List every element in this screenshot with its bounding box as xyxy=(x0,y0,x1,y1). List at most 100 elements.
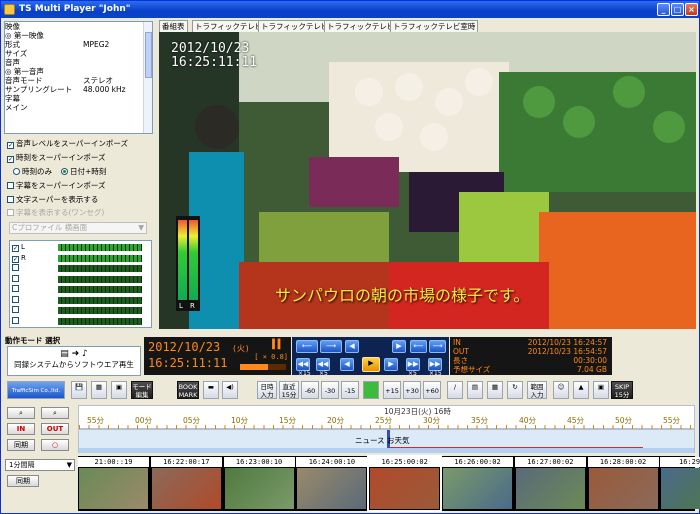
video-vu-meter: L R xyxy=(176,216,200,311)
image-icon[interactable]: ▣ xyxy=(111,381,127,399)
meter-checkbox[interactable] xyxy=(12,274,19,282)
interval-select[interactable]: 1分間隔 ▼ xyxy=(5,459,75,471)
jump-forward-button[interactable]: ⟶ xyxy=(320,340,342,353)
plus-60-button[interactable]: +60 xyxy=(423,381,441,399)
thumbnail[interactable]: 16:27:00:02 xyxy=(514,457,586,510)
mode-select-box[interactable]: ▤ ➜ ♪ 同録システムからソフトウエア再生 xyxy=(7,346,141,376)
minus-60-button[interactable]: -60 xyxy=(301,381,319,399)
minimize-button[interactable]: _ xyxy=(657,3,670,16)
maximize-button[interactable]: □ xyxy=(671,3,684,16)
export-icon[interactable]: ▦ xyxy=(91,381,107,399)
now-button[interactable] xyxy=(363,381,379,399)
thumbnail[interactable]: 16:22:00:17 xyxy=(150,457,222,510)
thumbnail[interactable]: 16:28:00:02 xyxy=(587,457,659,510)
meter-checkbox[interactable] xyxy=(12,285,19,292)
thumbnail[interactable]: 16:26:00:02 xyxy=(442,457,513,510)
mark-forward-button[interactable]: ⟶ xyxy=(429,340,446,353)
edit-icon[interactable]: / xyxy=(447,381,463,399)
caption-oneseg-option[interactable]: 字幕を表示する(ワンセグ) xyxy=(7,208,104,218)
plus-15-button[interactable]: +15 xyxy=(383,381,401,399)
meter-row xyxy=(12,306,150,316)
thumbnail[interactable]: 16:25:00:02 xyxy=(367,455,443,512)
upload-icon[interactable]: ▲ xyxy=(573,381,589,399)
meter-row: ✓ L xyxy=(12,243,150,253)
skip-15-button[interactable]: SKIP 15分 xyxy=(611,381,633,399)
grid-icon[interactable]: ▦ xyxy=(487,381,503,399)
thumbnail-image xyxy=(224,468,294,509)
mark-back-button[interactable]: ⟵ xyxy=(410,340,427,353)
date-time-label: 日付+時刻 xyxy=(70,167,107,176)
program-track[interactable]: ニュース お天気 xyxy=(78,429,695,453)
property-row: ◎ 第一音声 xyxy=(5,67,152,76)
refresh-icon[interactable]: ↻ xyxy=(507,381,523,399)
meter-checkbox[interactable] xyxy=(12,295,19,303)
meter-checkbox[interactable]: ✓ xyxy=(12,255,19,263)
thumbnail-time: 16:22:00:17 xyxy=(150,457,222,467)
step-back-button[interactable]: ◀ xyxy=(345,340,359,353)
time-only-radio[interactable]: 時刻のみ xyxy=(13,167,52,177)
speed-slider[interactable] xyxy=(240,364,286,370)
save-icon[interactable]: 💾 xyxy=(71,381,87,399)
property-row: 音声 xyxy=(5,58,152,67)
in-time: 2012/10/23 16:24:57 xyxy=(527,338,607,347)
properties-scrollbar[interactable] xyxy=(143,22,152,133)
thumbnail[interactable]: 16:29:00 xyxy=(660,457,700,510)
clock-super-option[interactable]: ✓ 時刻をスーパーインポーズ xyxy=(7,153,106,163)
zoom-in-button[interactable]: ⌕ xyxy=(7,407,35,419)
property-key: サイズ xyxy=(5,49,28,58)
meter-label: L xyxy=(21,243,25,251)
meter-checkbox[interactable]: ✓ xyxy=(12,245,19,252)
screenshot-icon[interactable]: ▣ xyxy=(593,381,609,399)
length-label: 長さ xyxy=(453,356,468,365)
meter-checkbox[interactable] xyxy=(12,306,19,313)
calculator-icon[interactable]: ▤ xyxy=(467,381,483,399)
minus-15-button[interactable]: -15 xyxy=(341,381,359,399)
time-input-button[interactable]: 日時 入力 xyxy=(257,381,277,399)
play-button[interactable]: ▶ xyxy=(362,357,380,372)
level-bar xyxy=(58,275,142,283)
out-button[interactable]: OUT xyxy=(41,423,69,435)
recent-15-button[interactable]: 直近 15分 xyxy=(279,381,299,399)
mode-edit-button[interactable]: モード 編集 xyxy=(131,381,153,399)
date-time-radio[interactable]: 日付+時刻 xyxy=(61,167,106,177)
property-row: メイン xyxy=(5,103,152,112)
frame-forward-button[interactable]: ▶ xyxy=(384,358,398,371)
minus-30-button[interactable]: -30 xyxy=(321,381,339,399)
folder-icon[interactable]: ▬ xyxy=(203,381,219,399)
range-input-button[interactable]: 範囲 入力 xyxy=(527,381,547,399)
thumbnail[interactable]: 16:24:00:10 xyxy=(296,457,368,510)
thumbnail[interactable]: 21:00::19 xyxy=(78,457,149,510)
text-super-option[interactable]: 文字スーパーを表示する xyxy=(7,195,98,205)
in-button[interactable]: IN xyxy=(7,423,35,435)
property-row: 形式 MPEG2 xyxy=(5,40,152,49)
program-label: ニュース お天気 xyxy=(355,436,410,445)
zoom-out-button[interactable]: ⌕ xyxy=(41,407,69,419)
time-date: 2012/10/23 xyxy=(148,340,221,354)
bookmark-button[interactable]: BOOK MARK xyxy=(177,381,199,399)
frame-back-button[interactable]: ◀ xyxy=(340,358,354,371)
profile-dropdown[interactable]: Cプロファイル 横画面 ▼ xyxy=(9,222,147,234)
video-viewer[interactable]: 2012/10/23 16:25:11:11 L R サンパウロの朝の市場の様子で… xyxy=(159,32,696,329)
meter-checkbox[interactable] xyxy=(12,316,19,324)
user-icon[interactable]: ☺ xyxy=(553,381,569,399)
audio-meters-panel: ✓ L ✓ R xyxy=(9,240,152,328)
sync-thumbs-button[interactable]: 同期 xyxy=(7,475,39,487)
step-forward-button[interactable]: ▶ xyxy=(392,340,406,353)
meter-checkbox[interactable] xyxy=(12,264,19,271)
caption-super-option[interactable]: 字幕をスーパーインポーズ xyxy=(7,181,106,191)
jump-back-button[interactable]: ⟵ xyxy=(296,340,318,353)
sync-button[interactable]: 同期 xyxy=(7,439,35,451)
thumbnail[interactable]: 16:23:00:10 xyxy=(223,457,295,510)
close-button[interactable]: × xyxy=(685,3,698,16)
tab-channel-4[interactable]: トラフィックテレビ室時 xyxy=(390,20,479,32)
property-key: 形式 xyxy=(5,40,20,49)
meter-row xyxy=(12,285,150,295)
tab-channel-0[interactable]: 番組表 xyxy=(159,20,188,32)
volume-icon[interactable]: ◀) xyxy=(222,381,238,399)
plus-30-button[interactable]: +30 xyxy=(403,381,421,399)
audio-level-option[interactable]: ✓ 音声レベルをスーパーインポーズ xyxy=(7,139,128,149)
timeline-ruler[interactable]: 10月23日(火) 16時 55分 00分 05分 10分 15分 20分 25分 30分 35… xyxy=(78,405,695,429)
record-icon[interactable]: ○ xyxy=(41,439,69,451)
track-bar xyxy=(79,448,694,453)
property-key: 音声モード xyxy=(5,76,43,85)
